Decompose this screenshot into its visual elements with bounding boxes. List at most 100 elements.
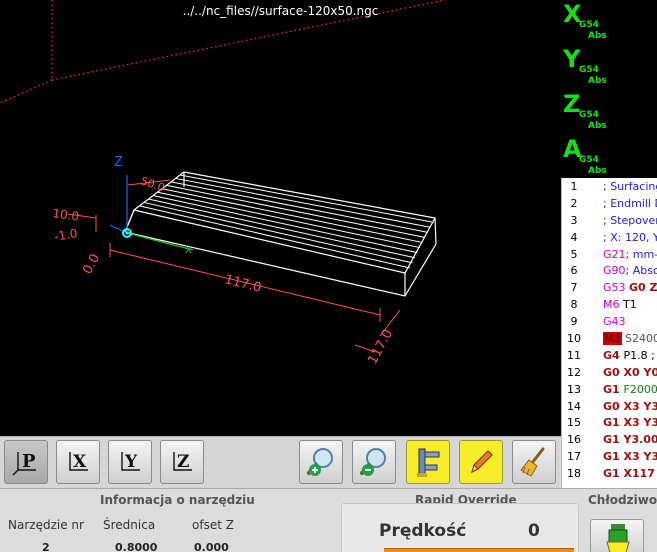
edit-button[interactable] <box>459 440 503 484</box>
gcode-line[interactable]: 3 ; Stepover <box>562 212 657 229</box>
gcode-line[interactable]: 8 M6 T1 <box>562 296 657 313</box>
gcode-line-text: G0 X3 Y3 <box>603 398 657 415</box>
gcode-line-number: 12 <box>567 365 581 379</box>
dim-origin-label: 0.0 <box>80 252 103 277</box>
gcode-line-number: 3 <box>570 213 578 227</box>
clear-plot-button[interactable] <box>512 440 556 484</box>
tool-number-header: Narzędzie nr <box>8 518 84 532</box>
zoom-in-button[interactable] <box>299 440 343 484</box>
gcode-line[interactable]: 11 G4 P1.8 ; W <box>562 347 657 364</box>
view-p-icon: P <box>12 451 36 476</box>
gcode-listing[interactable]: 1 ; Surfacing 2 ; Endmill D 3 ; Stepover 4 ; X:… <box>561 178 657 488</box>
view-z-button[interactable]: Z <box>160 440 204 484</box>
gmoccapy-window: Z X 50.0 10.0 -1.0 0.0 117.0 117.0 ../..… <box>0 0 657 552</box>
coolant-button[interactable] <box>590 519 644 552</box>
gcode-token: ; mm- <box>625 247 657 261</box>
toolpath-pass <box>171 181 428 233</box>
dro-axis-letter: Z <box>563 90 581 118</box>
gcode-line-text: G21; mm- <box>603 246 657 263</box>
gcode-line-number: 4 <box>570 230 578 244</box>
dro-axis-a[interactable]: A G54 Abs <box>561 135 657 179</box>
gcode-line[interactable]: 4 ; X: 120, Y: <box>562 229 657 246</box>
tool-diameter-header: Średnica <box>103 518 156 532</box>
caliper-icon <box>417 448 440 477</box>
dro-axis-z[interactable]: Z G54 Abs <box>561 90 657 134</box>
gcode-line-text: ; Surfacing <box>603 178 657 195</box>
gcode-line-number: 17 <box>567 450 581 464</box>
gcode-token: G90 <box>603 264 626 278</box>
gcode-line[interactable]: 9 G43 <box>562 313 657 330</box>
gcode-token: M3 <box>603 332 622 346</box>
dim-x-label: 117.0 <box>223 272 263 296</box>
gcode-line[interactable]: 12 G0 X0 Y0 <box>562 364 657 381</box>
tool-measure-button[interactable] <box>406 440 450 484</box>
gcode-token: G21 <box>603 247 626 261</box>
gcode-line-number: 5 <box>570 247 578 261</box>
gcode-line-text: G53 G0 Z0 <box>603 279 657 296</box>
gcode-line[interactable]: 6 G90; Absol <box>562 262 657 279</box>
broom-icon <box>520 447 545 477</box>
gcode-line-number: 1 <box>570 180 578 193</box>
dro-coord-system: G54 <box>579 20 599 30</box>
gcode-token: G1 X3 Y3. <box>603 450 657 464</box>
view-p-label: P <box>22 451 36 472</box>
gcode-line[interactable]: 14 G0 X3 Y3 <box>562 398 657 415</box>
speed-label: Prędkość <box>379 521 467 541</box>
gcode-line-text: G1 X117 Y <box>603 465 657 482</box>
gcode-line[interactable]: 15 G1 X3 Y3 <box>562 414 657 431</box>
gcode-token: ; Surfacing <box>603 180 657 193</box>
speed-fill-bar <box>384 548 574 552</box>
gcode-token: T1 <box>623 298 637 312</box>
gcode-line[interactable]: 7 G53 G0 Z0 <box>562 279 657 296</box>
gcode-line-text: G1 X3 Y3. <box>603 448 657 465</box>
gcode-line-text: M3 S2400 <box>603 330 657 347</box>
tool-offset-value: 0.000 <box>194 541 229 552</box>
dro-coord-system: G54 <box>579 155 599 165</box>
gcode-line-text: M6 T1 <box>603 296 637 313</box>
gcode-line[interactable]: 17 G1 X3 Y3. <box>562 448 657 465</box>
gcode-line-number: 10 <box>567 332 581 346</box>
gcode-line-number: 7 <box>570 281 578 295</box>
tool-info-title: Informacja o narzędziu <box>100 493 255 507</box>
dro-axis-letter: Y <box>563 45 581 73</box>
gcode-line-number: 14 <box>567 399 581 413</box>
dro-axis-y[interactable]: Y G54 Abs <box>561 45 657 89</box>
gcode-line-number: 15 <box>567 416 581 430</box>
gcode-token: S2400 <box>621 332 657 346</box>
dro-axis-x[interactable]: X G54 Abs <box>561 0 657 44</box>
gcode-token: ; Endmill D <box>603 196 657 210</box>
speed-value: 0 <box>528 521 540 541</box>
rapid-override-slider[interactable]: Prędkość 0 <box>341 503 579 552</box>
gcode-line[interactable]: 10 M3 S2400 <box>562 330 657 347</box>
dro-mode: Abs <box>588 31 607 41</box>
preview-toolbar: P X Y Z <box>0 436 561 488</box>
zoom-out-button[interactable] <box>352 440 396 484</box>
gcode-line[interactable]: 2 ; Endmill D <box>562 195 657 212</box>
view-x-button[interactable]: X <box>56 440 100 484</box>
gcode-line-text: G90; Absol <box>603 262 657 279</box>
gcode-line[interactable]: 13 G1 F2000 <box>562 381 657 398</box>
gcode-token: P1.8 ; W <box>623 348 657 362</box>
gcode-token: M6 <box>603 298 623 312</box>
gcode-token: G1 X117 Y <box>603 467 657 481</box>
gcode-line[interactable]: 18 G1 X117 Y <box>562 465 657 482</box>
gcode-line[interactable]: 1 ; Surfacing <box>562 178 657 195</box>
toolpath-preview[interactable]: Z X 50.0 10.0 -1.0 0.0 117.0 117.0 ../..… <box>0 0 561 436</box>
dro-mode: Abs <box>588 121 607 131</box>
dro-coord-system: G54 <box>579 110 599 120</box>
gcode-line-number: 11 <box>567 348 581 362</box>
gcode-line-text: G1 F2000 <box>603 381 657 398</box>
gcode-token: G1 X3 Y3 <box>603 416 657 430</box>
gcode-token: G4 <box>603 348 624 362</box>
dim-neg-label: -1.0 <box>53 226 78 244</box>
gcode-line[interactable]: 16 G1 Y3.000 <box>562 431 657 448</box>
view-p-button[interactable]: P <box>4 440 48 484</box>
toolpath-scene: Z X 50.0 10.0 -1.0 0.0 117.0 117.0 <box>0 0 446 367</box>
gcode-token: ; Absol <box>625 264 657 278</box>
zoom-out-icon <box>360 448 386 476</box>
view-y-button[interactable]: Y <box>108 440 152 484</box>
gcode-line-text: G1 Y3.000 <box>603 431 657 448</box>
gcode-line-number: 13 <box>567 382 581 396</box>
gcode-line[interactable]: 5 G21; mm- <box>562 246 657 263</box>
gcode-line-number: 16 <box>567 433 581 447</box>
